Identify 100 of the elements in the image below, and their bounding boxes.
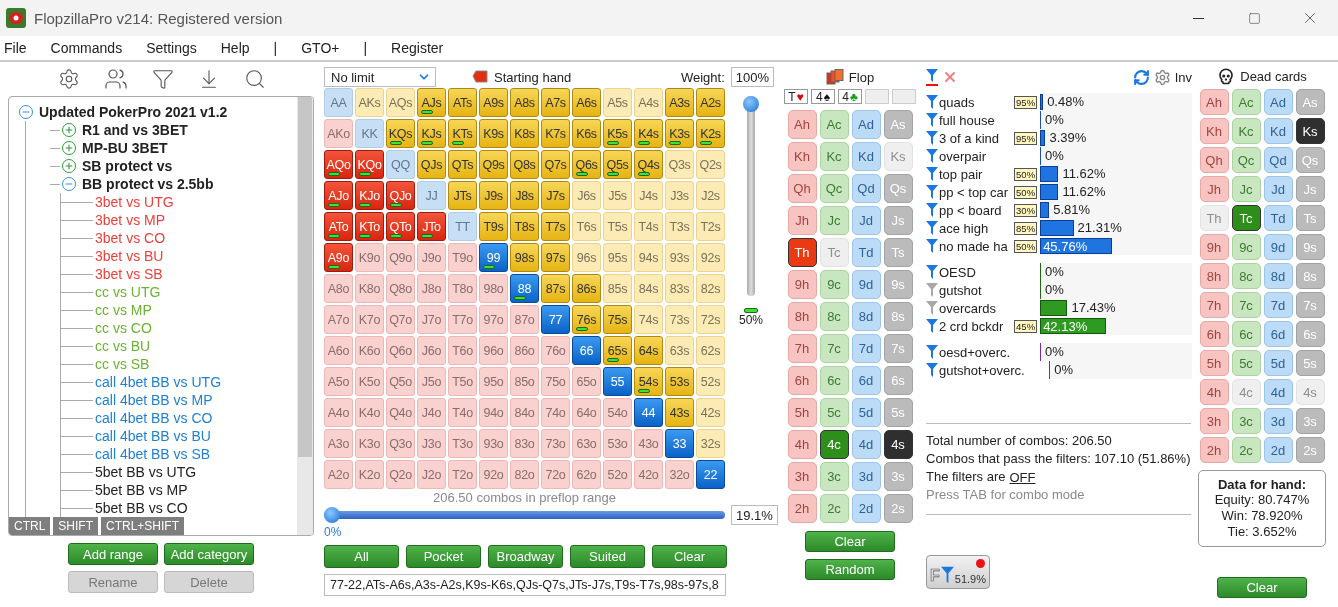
range-item[interactable]: cc vs MP	[95, 302, 152, 318]
hand-cell[interactable]: AQo	[324, 150, 353, 179]
hand-cell[interactable]: A8o	[324, 274, 353, 303]
hand-cell[interactable]: 84o	[510, 398, 539, 427]
filter-toggle-icon[interactable]	[926, 130, 938, 146]
hand-cell[interactable]: 85o	[510, 367, 539, 396]
hand-cell[interactable]: 64s	[634, 336, 663, 365]
hand-cell[interactable]: K2o	[355, 460, 384, 489]
hand-cell[interactable]: A6s	[572, 88, 601, 117]
card-button[interactable]: Qd	[851, 174, 881, 203]
hand-cell[interactable]: A2s	[696, 88, 725, 117]
hand-cell[interactable]: 93s	[665, 243, 694, 272]
range-item[interactable]: 3bet vs SB	[95, 266, 163, 282]
range-button[interactable]: Clear	[652, 545, 727, 568]
card-button[interactable]: 3d	[1263, 408, 1293, 434]
hand-cell[interactable]: A5s	[603, 88, 632, 117]
hand-cell[interactable]: 96s	[572, 243, 601, 272]
card-button[interactable]: 6d	[851, 366, 881, 395]
card-button[interactable]: 4h	[787, 430, 817, 459]
hand-cell[interactable]: K5s	[603, 119, 632, 148]
range-item[interactable]: call 4bet BB vs CO	[95, 410, 213, 426]
card-button[interactable]: Ah	[787, 110, 817, 139]
hand-cell[interactable]: 42s	[696, 398, 725, 427]
hand-cell[interactable]: 97o	[479, 305, 508, 334]
clear-button[interactable]: Clear	[1217, 577, 1307, 598]
action-button[interactable]: Add category	[164, 543, 254, 565]
hand-cell[interactable]: 76s	[572, 305, 601, 334]
hand-cell[interactable]: 75o	[541, 367, 570, 396]
hand-cell[interactable]: J2o	[417, 460, 446, 489]
hand-cell[interactable]: JJ	[417, 181, 446, 210]
hand-cell[interactable]: Q2o	[386, 460, 415, 489]
hand-cell[interactable]: 65s	[603, 336, 632, 365]
filter-toggle-icon[interactable]	[926, 94, 938, 110]
hand-cell[interactable]: KJo	[355, 181, 384, 210]
refresh-icon[interactable]	[1132, 68, 1150, 86]
filter-toggle-icon[interactable]	[926, 344, 938, 360]
hand-cell[interactable]: 83s	[665, 274, 694, 303]
hand-cell[interactable]: 82s	[696, 274, 725, 303]
hand-cell[interactable]: T3s	[665, 212, 694, 241]
weight-field[interactable]: 100%	[730, 67, 774, 87]
hand-cell[interactable]: A3o	[324, 429, 353, 458]
category-item[interactable]: R1 and vs 3BET	[82, 122, 188, 138]
hand-cell[interactable]: 62o	[572, 460, 601, 489]
hand-cell[interactable]: 32o	[665, 460, 694, 489]
hand-cell[interactable]: 63o	[572, 429, 601, 458]
card-button[interactable]: 5h	[1199, 350, 1229, 376]
hand-cell[interactable]: KTo	[355, 212, 384, 241]
card-button[interactable]: Jc	[1231, 176, 1261, 202]
expand-icon[interactable]	[62, 141, 76, 155]
hand-cell[interactable]: A2o	[324, 460, 353, 489]
hand-cell[interactable]: AKs	[355, 88, 384, 117]
card-button[interactable]: 2h	[787, 494, 817, 523]
hand-cell[interactable]: 66	[572, 336, 601, 365]
hand-cell[interactable]: T7s	[541, 212, 570, 241]
hand-cell[interactable]: KJs	[417, 119, 446, 148]
range-item[interactable]: 3bet vs UTG	[95, 194, 174, 210]
hand-cell[interactable]: 73s	[665, 305, 694, 334]
hand-cell[interactable]: Q3s	[665, 150, 694, 179]
menu-item[interactable]: Commands	[38, 40, 135, 56]
range-item[interactable]: call 4bet BB vs UTG	[95, 374, 222, 390]
inv-label[interactable]: Inv	[1174, 69, 1192, 85]
hand-cell[interactable]: A6o	[324, 336, 353, 365]
hand-cell[interactable]: T5s	[603, 212, 632, 241]
hand-cell[interactable]: 88	[510, 274, 539, 303]
card-button[interactable]: 3h	[787, 462, 817, 491]
range-item[interactable]: 5bet BB vs UTG	[95, 464, 197, 480]
filter-icon[interactable]	[926, 68, 938, 86]
range-item[interactable]: call 4bet BB vs MP	[95, 392, 213, 408]
search-icon[interactable]	[244, 68, 266, 90]
filter-toggle-icon[interactable]	[926, 184, 938, 200]
hand-cell[interactable]: 84s	[634, 274, 663, 303]
hand-cell[interactable]: J7s	[541, 181, 570, 210]
settings-icon[interactable]	[1153, 68, 1171, 86]
hand-cell[interactable]: QTs	[448, 150, 477, 179]
filter-toggle-icon[interactable]	[926, 148, 938, 164]
card-button[interactable]: 8h	[1199, 263, 1229, 289]
card-button[interactable]: Jh	[1199, 176, 1229, 202]
board-card[interactable]: 4♣	[838, 89, 862, 104]
hand-cell[interactable]: K2s	[696, 119, 725, 148]
hand-cell[interactable]: 32s	[696, 429, 725, 458]
hand-cell[interactable]: 75s	[603, 305, 632, 334]
filter-icon[interactable]	[152, 68, 174, 90]
menu-item[interactable]: File	[0, 40, 39, 56]
range-item[interactable]: 3bet vs BU	[95, 248, 164, 264]
card-button[interactable]: 4d	[1263, 379, 1293, 405]
hand-cell[interactable]: TT	[448, 212, 477, 241]
slider-thumb[interactable]	[743, 96, 759, 112]
hand-cell[interactable]: K7o	[355, 305, 384, 334]
card-button[interactable]: 2c	[819, 494, 849, 523]
category-item[interactable]: BB protect vs 2.5bb	[82, 176, 214, 192]
hand-cell[interactable]: Q6o	[386, 336, 415, 365]
card-button[interactable]: 6c	[1231, 321, 1261, 347]
card-button[interactable]: Jd	[1263, 176, 1293, 202]
card-button[interactable]: Kd	[851, 142, 881, 171]
card-button[interactable]: 7d	[851, 334, 881, 363]
hand-cell[interactable]: KTs	[448, 119, 477, 148]
hand-cell[interactable]: 43o	[634, 429, 663, 458]
range-item[interactable]: 3bet vs MP	[95, 212, 166, 228]
collapse-icon[interactable]	[62, 177, 76, 191]
menu-item[interactable]: Help	[208, 40, 262, 56]
